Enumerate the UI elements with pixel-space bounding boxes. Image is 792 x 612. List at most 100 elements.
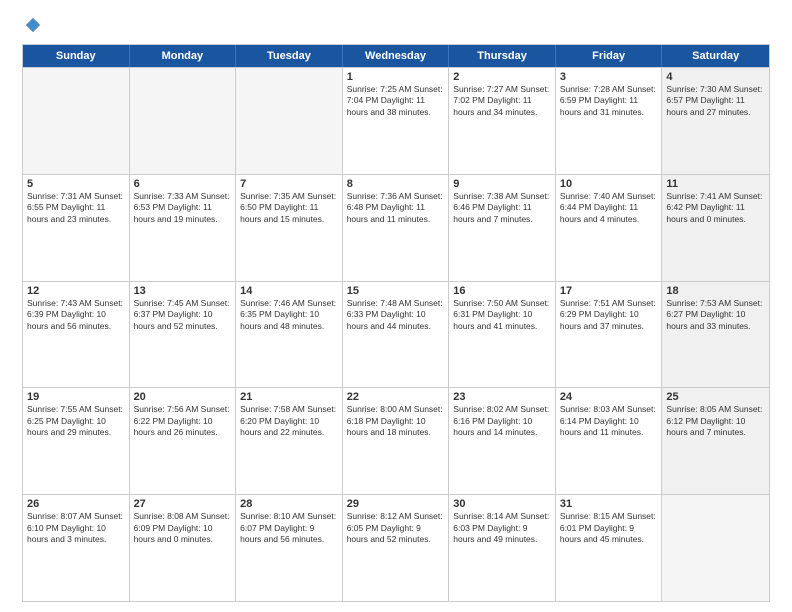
calendar-cell [236, 68, 343, 174]
day-number: 27 [134, 498, 232, 510]
day-number: 11 [666, 178, 765, 190]
day-info: Sunrise: 7:51 AM Sunset: 6:29 PM Dayligh… [560, 298, 658, 332]
day-number: 28 [240, 498, 338, 510]
calendar-cell: 1Sunrise: 7:25 AM Sunset: 7:04 PM Daylig… [343, 68, 450, 174]
calendar-cell: 30Sunrise: 8:14 AM Sunset: 6:03 PM Dayli… [449, 495, 556, 601]
calendar-cell: 8Sunrise: 7:36 AM Sunset: 6:48 PM Daylig… [343, 175, 450, 281]
day-info: Sunrise: 7:33 AM Sunset: 6:53 PM Dayligh… [134, 191, 232, 225]
day-number: 10 [560, 178, 658, 190]
page: SundayMondayTuesdayWednesdayThursdayFrid… [0, 0, 792, 612]
day-number: 18 [666, 285, 765, 297]
day-number: 4 [666, 71, 765, 83]
day-info: Sunrise: 7:56 AM Sunset: 6:22 PM Dayligh… [134, 404, 232, 438]
day-number: 9 [453, 178, 551, 190]
calendar-cell: 11Sunrise: 7:41 AM Sunset: 6:42 PM Dayli… [662, 175, 769, 281]
calendar-cell: 14Sunrise: 7:46 AM Sunset: 6:35 PM Dayli… [236, 282, 343, 388]
day-info: Sunrise: 8:12 AM Sunset: 6:05 PM Dayligh… [347, 511, 445, 545]
weekday-header: Wednesday [343, 45, 450, 67]
day-number: 6 [134, 178, 232, 190]
day-info: Sunrise: 8:02 AM Sunset: 6:16 PM Dayligh… [453, 404, 551, 438]
day-info: Sunrise: 7:31 AM Sunset: 6:55 PM Dayligh… [27, 191, 125, 225]
calendar-body: 1Sunrise: 7:25 AM Sunset: 7:04 PM Daylig… [23, 67, 769, 601]
calendar-cell: 12Sunrise: 7:43 AM Sunset: 6:39 PM Dayli… [23, 282, 130, 388]
day-info: Sunrise: 8:10 AM Sunset: 6:07 PM Dayligh… [240, 511, 338, 545]
calendar-cell: 5Sunrise: 7:31 AM Sunset: 6:55 PM Daylig… [23, 175, 130, 281]
weekday-header: Saturday [662, 45, 769, 67]
calendar-cell [130, 68, 237, 174]
day-info: Sunrise: 7:58 AM Sunset: 6:20 PM Dayligh… [240, 404, 338, 438]
calendar-cell: 15Sunrise: 7:48 AM Sunset: 6:33 PM Dayli… [343, 282, 450, 388]
day-info: Sunrise: 7:43 AM Sunset: 6:39 PM Dayligh… [27, 298, 125, 332]
day-number: 3 [560, 71, 658, 83]
calendar-cell: 17Sunrise: 7:51 AM Sunset: 6:29 PM Dayli… [556, 282, 663, 388]
day-number: 2 [453, 71, 551, 83]
calendar-row: 26Sunrise: 8:07 AM Sunset: 6:10 PM Dayli… [23, 494, 769, 601]
day-info: Sunrise: 7:30 AM Sunset: 6:57 PM Dayligh… [666, 84, 765, 118]
day-info: Sunrise: 7:55 AM Sunset: 6:25 PM Dayligh… [27, 404, 125, 438]
calendar-header: SundayMondayTuesdayWednesdayThursdayFrid… [23, 45, 769, 67]
calendar-cell: 10Sunrise: 7:40 AM Sunset: 6:44 PM Dayli… [556, 175, 663, 281]
calendar-cell: 7Sunrise: 7:35 AM Sunset: 6:50 PM Daylig… [236, 175, 343, 281]
day-number: 16 [453, 285, 551, 297]
calendar-cell: 16Sunrise: 7:50 AM Sunset: 6:31 PM Dayli… [449, 282, 556, 388]
day-info: Sunrise: 8:03 AM Sunset: 6:14 PM Dayligh… [560, 404, 658, 438]
day-number: 5 [27, 178, 125, 190]
calendar-cell: 26Sunrise: 8:07 AM Sunset: 6:10 PM Dayli… [23, 495, 130, 601]
calendar-cell: 3Sunrise: 7:28 AM Sunset: 6:59 PM Daylig… [556, 68, 663, 174]
calendar-cell: 23Sunrise: 8:02 AM Sunset: 6:16 PM Dayli… [449, 388, 556, 494]
calendar-cell: 29Sunrise: 8:12 AM Sunset: 6:05 PM Dayli… [343, 495, 450, 601]
calendar-cell: 21Sunrise: 7:58 AM Sunset: 6:20 PM Dayli… [236, 388, 343, 494]
day-number: 22 [347, 391, 445, 403]
day-number: 26 [27, 498, 125, 510]
day-number: 30 [453, 498, 551, 510]
day-info: Sunrise: 8:05 AM Sunset: 6:12 PM Dayligh… [666, 404, 765, 438]
logo-icon [24, 16, 42, 34]
day-number: 17 [560, 285, 658, 297]
day-number: 1 [347, 71, 445, 83]
calendar-cell: 28Sunrise: 8:10 AM Sunset: 6:07 PM Dayli… [236, 495, 343, 601]
day-info: Sunrise: 7:45 AM Sunset: 6:37 PM Dayligh… [134, 298, 232, 332]
day-number: 24 [560, 391, 658, 403]
day-number: 21 [240, 391, 338, 403]
day-info: Sunrise: 8:00 AM Sunset: 6:18 PM Dayligh… [347, 404, 445, 438]
calendar-row: 5Sunrise: 7:31 AM Sunset: 6:55 PM Daylig… [23, 174, 769, 281]
calendar-cell: 9Sunrise: 7:38 AM Sunset: 6:46 PM Daylig… [449, 175, 556, 281]
day-info: Sunrise: 7:50 AM Sunset: 6:31 PM Dayligh… [453, 298, 551, 332]
header [22, 18, 770, 34]
day-number: 15 [347, 285, 445, 297]
day-number: 23 [453, 391, 551, 403]
day-number: 14 [240, 285, 338, 297]
day-info: Sunrise: 7:38 AM Sunset: 6:46 PM Dayligh… [453, 191, 551, 225]
weekday-header: Friday [556, 45, 663, 67]
weekday-header: Thursday [449, 45, 556, 67]
weekday-header: Tuesday [236, 45, 343, 67]
logo [22, 18, 42, 34]
day-number: 19 [27, 391, 125, 403]
calendar-cell: 31Sunrise: 8:15 AM Sunset: 6:01 PM Dayli… [556, 495, 663, 601]
calendar: SundayMondayTuesdayWednesdayThursdayFrid… [22, 44, 770, 602]
calendar-cell [23, 68, 130, 174]
calendar-cell [662, 495, 769, 601]
calendar-cell: 19Sunrise: 7:55 AM Sunset: 6:25 PM Dayli… [23, 388, 130, 494]
day-info: Sunrise: 7:53 AM Sunset: 6:27 PM Dayligh… [666, 298, 765, 332]
day-info: Sunrise: 7:40 AM Sunset: 6:44 PM Dayligh… [560, 191, 658, 225]
calendar-row: 1Sunrise: 7:25 AM Sunset: 7:04 PM Daylig… [23, 67, 769, 174]
calendar-cell: 13Sunrise: 7:45 AM Sunset: 6:37 PM Dayli… [130, 282, 237, 388]
day-number: 25 [666, 391, 765, 403]
day-info: Sunrise: 8:08 AM Sunset: 6:09 PM Dayligh… [134, 511, 232, 545]
day-number: 31 [560, 498, 658, 510]
day-info: Sunrise: 7:46 AM Sunset: 6:35 PM Dayligh… [240, 298, 338, 332]
calendar-cell: 4Sunrise: 7:30 AM Sunset: 6:57 PM Daylig… [662, 68, 769, 174]
day-info: Sunrise: 8:15 AM Sunset: 6:01 PM Dayligh… [560, 511, 658, 545]
day-info: Sunrise: 7:28 AM Sunset: 6:59 PM Dayligh… [560, 84, 658, 118]
day-info: Sunrise: 8:14 AM Sunset: 6:03 PM Dayligh… [453, 511, 551, 545]
calendar-cell: 22Sunrise: 8:00 AM Sunset: 6:18 PM Dayli… [343, 388, 450, 494]
day-number: 12 [27, 285, 125, 297]
weekday-header: Monday [130, 45, 237, 67]
day-number: 13 [134, 285, 232, 297]
calendar-row: 19Sunrise: 7:55 AM Sunset: 6:25 PM Dayli… [23, 387, 769, 494]
day-number: 20 [134, 391, 232, 403]
day-number: 29 [347, 498, 445, 510]
day-info: Sunrise: 7:27 AM Sunset: 7:02 PM Dayligh… [453, 84, 551, 118]
day-info: Sunrise: 7:48 AM Sunset: 6:33 PM Dayligh… [347, 298, 445, 332]
